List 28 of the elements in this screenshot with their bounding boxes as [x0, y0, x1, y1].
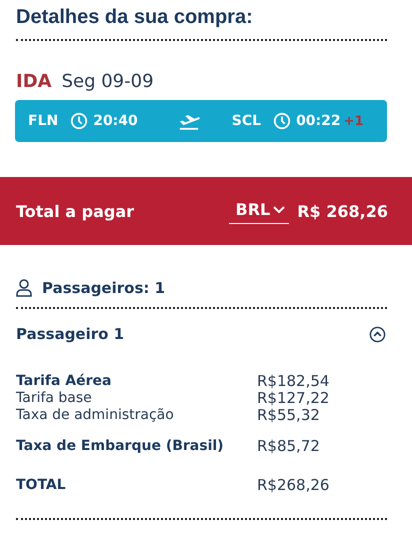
clock-icon: [70, 112, 88, 130]
passenger-heading: Passageiro 1: [16, 325, 124, 343]
fare-value: R$268,26: [257, 477, 330, 494]
fare-value: R$182,54: [257, 373, 330, 390]
fare-value: R$55,32: [257, 407, 320, 424]
fare-value: R$127,22: [257, 390, 330, 407]
fare-value: R$85,72: [257, 438, 320, 455]
total-label: Total a pagar: [16, 202, 136, 220]
passengers-count: Passageiros: 1: [42, 279, 166, 297]
person-icon: [16, 279, 32, 297]
fare-label: Taxa de Embarque (Brasil): [16, 438, 225, 455]
currency-select[interactable]: BRL: [228, 198, 290, 224]
fare-label: Tarifa Aérea: [16, 373, 112, 390]
total-amount: R$ 268,26: [297, 202, 388, 220]
destination-code: SCL: [232, 113, 262, 129]
caret-icon: [273, 206, 286, 214]
departure-time: 20:40: [93, 113, 138, 129]
collapse-toggle[interactable]: [369, 326, 386, 342]
arrival-time: 00:22: [296, 113, 341, 129]
page-title: Detalhes da sua compra:: [16, 6, 254, 29]
clock-icon: [273, 112, 292, 130]
fare-label: Taxa de administração: [16, 407, 175, 424]
fare-label: Tarifa base: [16, 390, 93, 407]
direction-label: IDA: [16, 71, 52, 92]
flight-date: Seg 09-09: [62, 71, 154, 92]
origin-code: FLN: [28, 113, 58, 129]
fare-label: TOTAL: [16, 477, 67, 494]
day-offset: +1: [344, 114, 364, 128]
